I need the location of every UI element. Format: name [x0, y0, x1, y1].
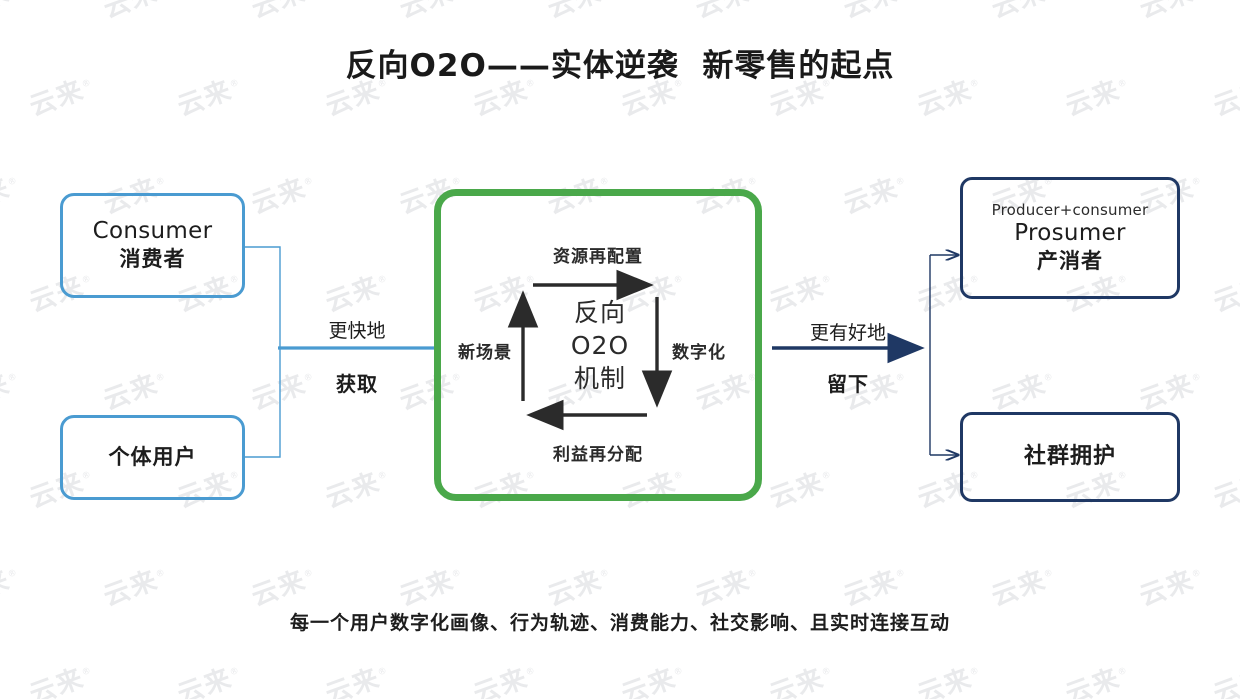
left-connector [245, 246, 436, 458]
box-prosumer[interactable]: Producer+consumer Prosumer 产消者 [960, 177, 1180, 299]
box-consumer-en: Consumer [92, 218, 213, 245]
left-connector-label-bottom: 获取 [336, 372, 378, 396]
box-prosumer-line-3: 产消者 [1037, 249, 1103, 274]
box-prosumer-line-1: Producer+consumer [991, 200, 1149, 219]
box-prosumer-line-2: Prosumer [1014, 220, 1126, 247]
cycle-center-text: 反向 O2O 机制 [538, 296, 662, 395]
right-connector-label-bottom: 留下 [827, 372, 869, 396]
footer-caption: 每一个用户数字化画像、行为轨迹、消费能力、社交影响、且实时连接互动 [289, 612, 950, 634]
page-title: 反向O2O——实体逆袭 新零售的起点 [345, 48, 895, 84]
cycle-label-right: 数字化 [672, 343, 726, 363]
cycle-center-line-3: 机制 [573, 364, 626, 393]
left-connector-label-top: 更快地 [328, 320, 386, 342]
box-individual-user-cn: 个体用户 [108, 444, 197, 469]
cycle-label-top: 资源再配置 [553, 247, 643, 267]
cycle-label-bottom: 利益再分配 [553, 445, 643, 465]
box-consumer-cn: 消费者 [119, 247, 186, 272]
box-community-support[interactable]: 社群拥护 [960, 412, 1180, 502]
right-connector-label-top: 更有好地 [809, 322, 886, 344]
box-community-support-cn: 社群拥护 [1023, 443, 1116, 469]
cycle-center-line-1: 反向 [573, 298, 626, 327]
slide-canvas: 云来®云来®云来®云来®云来®云来®云来®云来®云来®云来®云来®云来®云来®云… [0, 0, 1240, 699]
right-connector [772, 225, 970, 485]
cycle-center-line-2: O2O [570, 331, 630, 360]
cycle-label-left: 新场景 [458, 343, 512, 363]
box-consumer[interactable]: Consumer 消费者 [60, 193, 245, 298]
box-individual-user[interactable]: 个体用户 [60, 415, 245, 500]
